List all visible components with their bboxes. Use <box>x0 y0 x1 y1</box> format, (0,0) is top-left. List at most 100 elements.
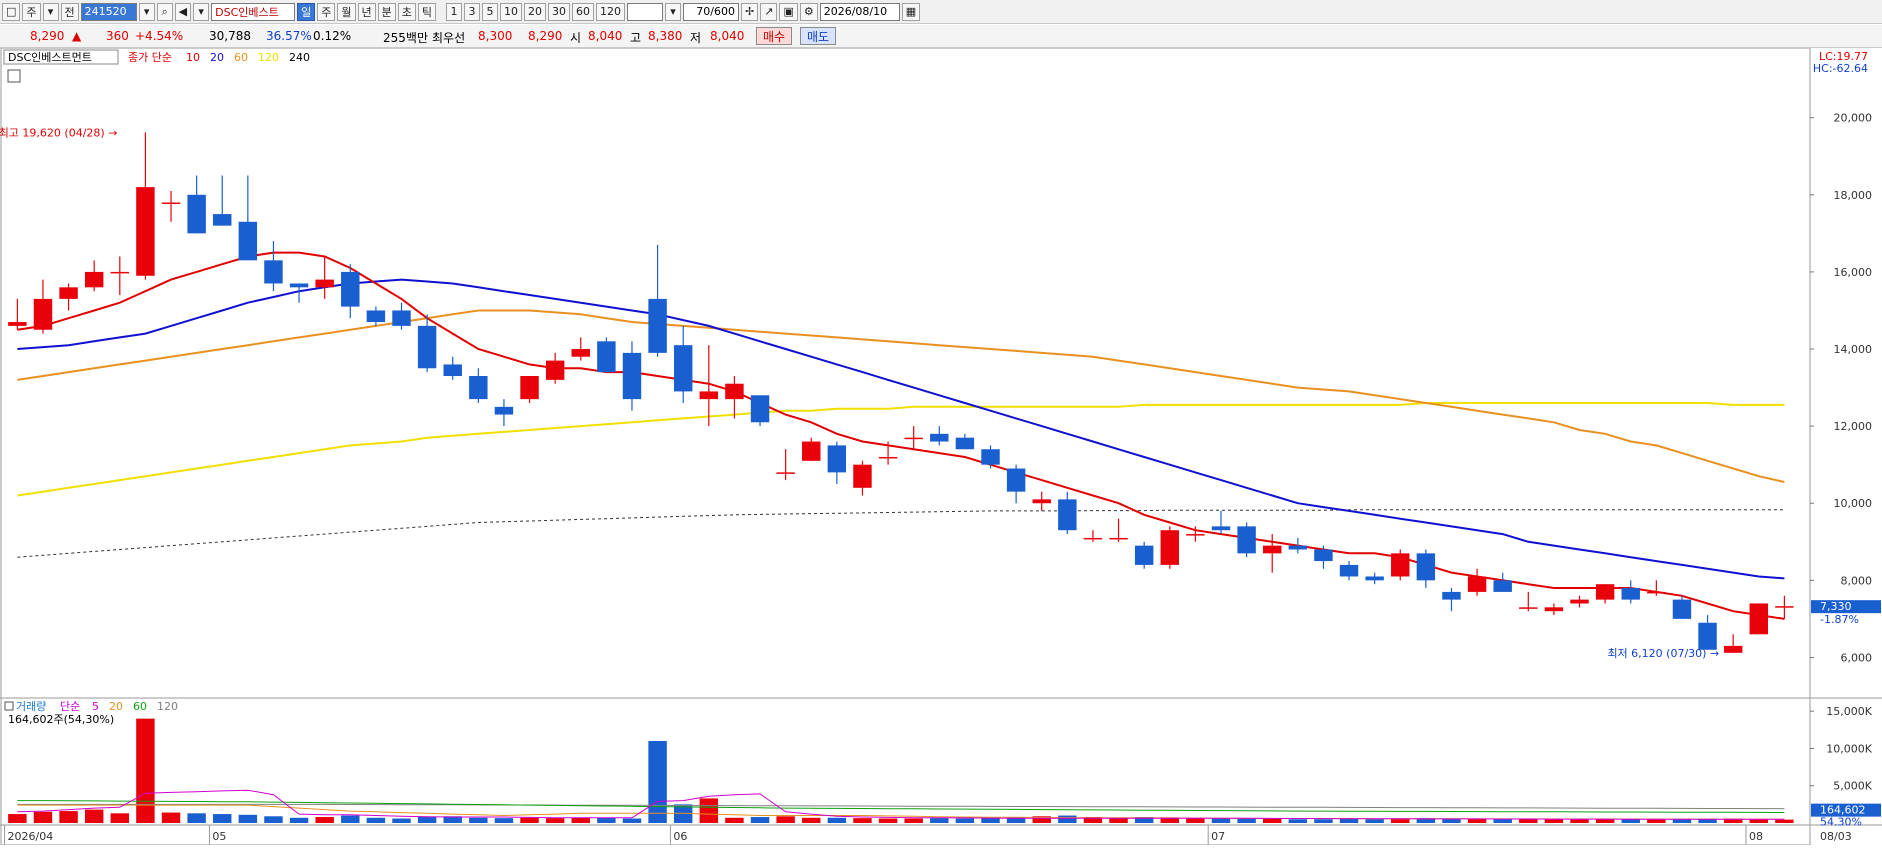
candle-body <box>1058 499 1077 531</box>
candle-body <box>1723 645 1743 653</box>
period-weekly-button[interactable]: 주 <box>317 2 336 21</box>
period-daily-button[interactable]: 일 <box>297 2 316 21</box>
price-change-pct: +4.54% <box>135 29 184 43</box>
volume-y-tick-label: 10,000K <box>1826 742 1872 755</box>
candle-body <box>955 437 975 450</box>
candle-body <box>597 341 616 373</box>
period-second-button[interactable]: 초 <box>397 2 416 21</box>
trade-amount: 255백만 <box>383 31 428 45</box>
interval-dropdown-icon[interactable]: ▾ <box>665 2 681 21</box>
candle-body <box>1262 545 1282 554</box>
candle-body <box>1109 537 1128 540</box>
volume-bar <box>161 812 181 823</box>
candle-body <box>1391 553 1410 577</box>
candle-body <box>469 376 488 400</box>
candle-body <box>366 310 386 323</box>
period-minute-button[interactable]: 분 <box>377 2 396 21</box>
interval-3-button[interactable]: 3 <box>464 2 480 21</box>
open-price: 8,040 <box>588 29 623 43</box>
stock-name-field[interactable]: DSC인베스트 <box>211 2 296 21</box>
volume-bar <box>1595 819 1615 823</box>
volume-ma-period: 60 <box>133 700 147 713</box>
volume-bar <box>1442 818 1461 823</box>
interval-5-button[interactable]: 5 <box>482 2 498 21</box>
crosshair-icon[interactable]: ✢ <box>741 2 759 21</box>
interval-20-button[interactable]: 20 <box>524 2 546 21</box>
interval-120-button[interactable]: 120 <box>596 2 625 21</box>
price-volume-chart[interactable]: 20,000 18,000 16,000 14,000 12,000 10,000 8,00… <box>0 47 1882 846</box>
y-tick-label: 18,000 <box>1834 189 1873 202</box>
table-icon <box>7 69 21 83</box>
ma-legend-period: 20 <box>210 51 224 64</box>
menu-dropdown-icon[interactable]: ▾ <box>193 2 210 21</box>
ma-legend-period: 10 <box>186 51 200 64</box>
volume-bar <box>1288 819 1308 823</box>
period-monthly-button[interactable]: 월 <box>337 2 356 21</box>
candle-body <box>1339 564 1359 577</box>
toolbar: □ 주 ▾ 전 241520 ▾ ⌕ ◀ ▾ DSC인베스트 일 주 월 년 분… <box>0 0 1882 24</box>
candle-body <box>904 437 923 440</box>
save-icon[interactable]: ▣ <box>779 2 798 21</box>
candle-count-input[interactable]: 70/600 <box>683 2 739 21</box>
gear-icon[interactable]: ⚙ <box>799 2 818 21</box>
ma-legend-period: 240 <box>289 51 310 64</box>
candle-body <box>264 260 283 284</box>
min-annotation: 최저 6,120 (07/30) → <box>1607 647 1719 660</box>
volume-bar <box>827 817 847 823</box>
interval-custom-input[interactable] <box>627 2 663 21</box>
candle-body <box>622 352 642 400</box>
sell-button[interactable]: 매도 <box>800 27 837 45</box>
period-tick-button[interactable]: 틱 <box>417 2 436 21</box>
candle-body <box>545 360 565 380</box>
prev-button[interactable]: 전 <box>60 2 79 21</box>
ma-legend-period: 120 <box>258 51 279 64</box>
dropdown-icon[interactable]: ▾ <box>138 2 155 21</box>
candle-body <box>1416 553 1436 581</box>
volume-bar <box>1314 819 1333 823</box>
date-input[interactable]: 2026/08/10 <box>819 2 900 21</box>
period-yearly-button[interactable]: 년 <box>357 2 376 21</box>
candle-body <box>1083 537 1103 540</box>
volume-bar <box>8 814 27 823</box>
hc-label: HC:-62.64 <box>1813 62 1868 75</box>
speaker-icon[interactable]: ◀ <box>174 2 192 21</box>
volume-bar <box>494 818 514 823</box>
candle-body <box>520 376 539 400</box>
y-tick-label: 8,000 <box>1841 574 1873 587</box>
chart-area[interactable]: 20,000 18,000 16,000 14,000 12,000 10,000 8,00… <box>0 47 1882 848</box>
candle-body <box>1595 584 1615 600</box>
volume-bar <box>289 817 309 823</box>
volume-bar <box>136 718 155 823</box>
stock-code-input[interactable]: 241520 <box>80 2 137 21</box>
market-dropdown-icon[interactable]: ▾ <box>42 2 59 21</box>
draw-line-icon[interactable]: ↗ <box>760 2 778 21</box>
candle-body <box>1365 576 1384 581</box>
current-volume-pct-label: 54.30% <box>1820 816 1862 829</box>
volume-bar <box>955 818 975 823</box>
interval-60-button[interactable]: 60 <box>572 2 594 21</box>
volume-bar <box>622 818 642 823</box>
x-tick-label: 06 <box>673 830 687 843</box>
candle-body <box>776 472 795 474</box>
candle-body <box>1006 468 1026 492</box>
volume-bar <box>1365 819 1384 823</box>
volume-bar <box>520 817 539 823</box>
buy-button[interactable]: 매수 <box>756 27 793 45</box>
candle <box>1160 526 1179 569</box>
interval-1-button[interactable]: 1 <box>446 2 462 21</box>
volume-bar <box>1519 819 1538 823</box>
interval-10-button[interactable]: 10 <box>500 2 522 21</box>
window-menu-icon[interactable]: □ <box>2 2 21 21</box>
volume-bar <box>264 816 283 823</box>
calendar-icon[interactable]: ▦ <box>901 2 921 21</box>
volume-y-tick-label: 5,000K <box>1833 780 1872 793</box>
candle-body <box>1698 622 1717 650</box>
candle-body <box>981 449 1000 465</box>
volume-ma-period: 5 <box>92 700 99 713</box>
market-select[interactable]: 주 <box>22 2 41 21</box>
current-price: 8,290 <box>30 29 65 43</box>
candle <box>597 337 616 373</box>
interval-30-button[interactable]: 30 <box>548 2 570 21</box>
search-icon[interactable]: ⌕ <box>156 2 173 21</box>
volume-bar <box>392 818 411 823</box>
